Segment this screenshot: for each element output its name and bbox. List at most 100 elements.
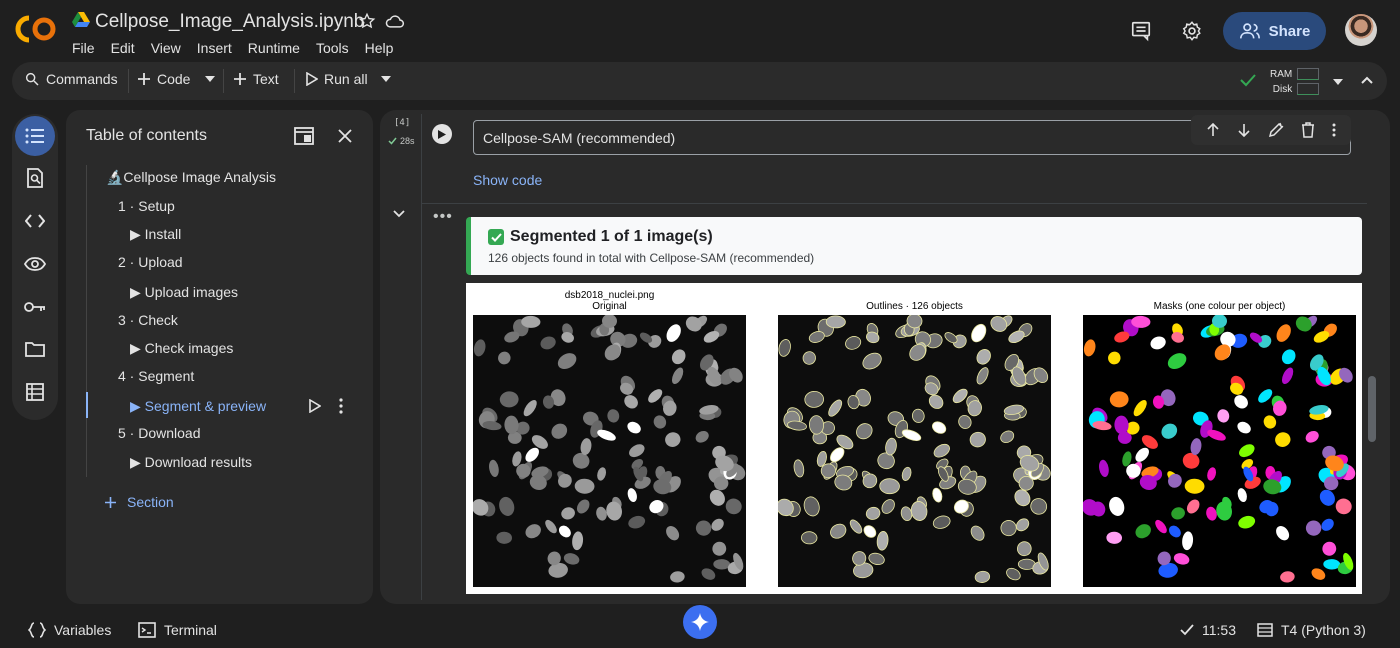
masks-image-panel [1083, 315, 1356, 587]
people-icon [1239, 23, 1260, 39]
check-icon [1180, 624, 1194, 636]
original-image-panel [473, 315, 746, 587]
toc-item-check-images[interactable]: ▶ Check images [130, 340, 233, 357]
result-banner [466, 217, 1362, 275]
show-code-link[interactable]: Show code [473, 172, 542, 188]
toc-item-install[interactable]: ▶ Install [130, 226, 181, 243]
terminal-button[interactable]: Terminal [138, 622, 217, 638]
panel-title-original-line1: dsb2018_nuclei.png [564, 290, 655, 301]
close-icon[interactable] [337, 128, 353, 144]
run-all-button[interactable]: Run all [306, 71, 368, 87]
toc-rail-button[interactable] [15, 116, 55, 156]
run-cell-button[interactable] [432, 124, 452, 144]
notebook-title[interactable]: Cellpose_Image_Analysis.ipynb [95, 11, 364, 33]
secrets-rail-button[interactable] [15, 287, 55, 327]
nucleus [825, 315, 846, 329]
last-run-time: 11:53 [1202, 622, 1236, 638]
open-in-tab-icon[interactable] [294, 127, 314, 145]
gemini-button[interactable] [683, 605, 717, 639]
comment-icon[interactable] [1130, 20, 1152, 42]
output-actions-more-icon[interactable]: ••• [433, 208, 453, 226]
run-all-dropdown-chevron-icon[interactable] [381, 76, 391, 82]
menu-runtime[interactable]: Runtime [248, 40, 308, 56]
add-text-button[interactable]: Text [233, 71, 279, 87]
more-vert-icon[interactable] [1332, 123, 1336, 137]
plus-icon [105, 496, 116, 508]
menu-edit[interactable]: Edit [111, 40, 143, 56]
add-section-button[interactable]: Section [104, 494, 174, 510]
gear-icon[interactable] [1181, 20, 1203, 42]
search-icon [25, 72, 39, 86]
run-all-label: Run all [324, 71, 368, 87]
variables-inspector-rail-button[interactable] [15, 244, 55, 284]
panel-title-original-line2: Original [592, 301, 627, 312]
variables-button[interactable]: Variables [28, 622, 111, 638]
move-up-arrow-icon[interactable] [1206, 123, 1220, 137]
result-title-text: Segmented 1 of 1 image(s) [510, 228, 713, 245]
star-icon[interactable] [358, 12, 376, 30]
menu-help[interactable]: Help [365, 40, 402, 56]
toc-guide-line [86, 165, 87, 477]
cloud-saved-icon[interactable] [385, 12, 405, 30]
toolbar-divider [294, 69, 295, 93]
edit-pencil-icon[interactable] [1268, 122, 1284, 138]
disk-label: Disk [1272, 84, 1293, 95]
toolbar-divider [128, 69, 129, 93]
toc-title: Table of contents [86, 127, 207, 144]
terminal-label: Terminal [164, 622, 217, 638]
code-snippets-rail-button[interactable] [15, 201, 55, 241]
delete-trash-icon[interactable] [1301, 122, 1315, 138]
toc-item-cellpose-image-analysis[interactable]: 🔬Cellpose Image Analysis [106, 169, 276, 186]
toc-item-setup[interactable]: 1 · Setup [118, 198, 175, 214]
menu-tools[interactable]: Tools [316, 40, 357, 56]
disk-meter [1297, 83, 1319, 95]
text-label: Text [253, 71, 279, 87]
execution-time-label: 28s [400, 136, 415, 146]
collapse-chevron-up-icon[interactable] [1361, 76, 1373, 84]
sparkle-icon [691, 613, 709, 631]
data-table-rail-button[interactable] [15, 372, 55, 412]
find-rail-button[interactable] [15, 158, 55, 198]
resources-chevron-down-icon[interactable] [1333, 79, 1343, 85]
toc-item-download[interactable]: 5 · Download [118, 425, 201, 441]
files-rail-button[interactable] [15, 329, 55, 369]
share-label: Share [1268, 22, 1311, 40]
terminal-icon [138, 622, 156, 638]
cell-divider [422, 203, 1367, 204]
toc-item-download-results[interactable]: ▶ Download results [130, 454, 252, 471]
colab-logo[interactable] [14, 12, 58, 46]
toc-item-check[interactable]: 3 · Check [118, 312, 178, 328]
share-button[interactable]: Share [1223, 12, 1326, 50]
play-outline-icon [306, 72, 318, 86]
avatar[interactable] [1345, 14, 1377, 46]
cell-toolbar [1191, 115, 1351, 145]
execution-status[interactable]: 11:53 [1180, 622, 1236, 638]
code-brackets-icon [25, 214, 45, 228]
code-label: Code [157, 71, 191, 87]
check-mark-icon [488, 229, 504, 245]
menu-insert[interactable]: Insert [197, 40, 240, 56]
move-down-arrow-icon[interactable] [1237, 123, 1251, 137]
notebook-scrollbar[interactable] [1368, 376, 1376, 442]
toc-item-segment-preview[interactable]: ▶ Segment & preview [130, 398, 266, 415]
eye-icon [24, 257, 46, 271]
variables-label: Variables [54, 622, 112, 638]
more-vert-icon[interactable] [339, 398, 343, 414]
menu-file[interactable]: File [72, 40, 103, 56]
menu-view[interactable]: View [151, 40, 189, 56]
commands-button[interactable]: Commands [24, 71, 118, 87]
key-icon [24, 302, 45, 312]
cell-gutter [421, 114, 422, 600]
google-drive-icon [72, 12, 90, 28]
code-dropdown-chevron-icon[interactable] [205, 76, 215, 82]
toc-item-segment[interactable]: 4 · Segment [118, 368, 194, 384]
result-subtitle: 126 objects found in total with Cellpose… [488, 251, 815, 265]
add-code-button[interactable]: Code [137, 71, 190, 87]
resource-labels[interactable]: RAM Disk [1270, 67, 1292, 97]
toc-item-upload-images[interactable]: ▶ Upload images [130, 284, 238, 301]
collapse-output-chevron-icon[interactable] [393, 210, 405, 218]
check-icon [388, 137, 397, 145]
runtime-type[interactable]: T4 (Python 3) [1257, 622, 1366, 638]
toc-item-upload[interactable]: 2 · Upload [118, 254, 183, 270]
run-section-play-icon[interactable] [309, 399, 321, 413]
